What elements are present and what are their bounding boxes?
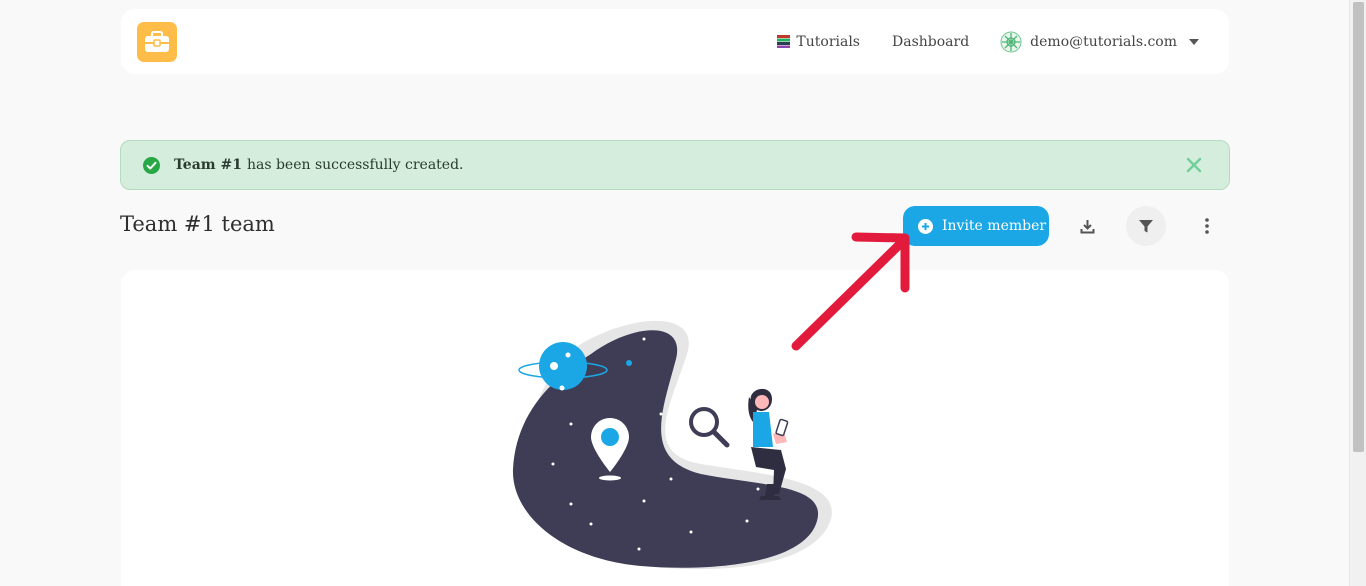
invite-member-button[interactable]: Invite member: [903, 206, 1049, 246]
user-email: demo@tutorials.com: [1030, 33, 1177, 50]
caret-down-icon: [1189, 38, 1199, 45]
books-icon: [777, 35, 791, 48]
nav-tutorials[interactable]: Tutorials: [776, 34, 860, 50]
empty-state-illustration: [512, 320, 832, 570]
download-icon: [1080, 219, 1094, 233]
plus-circle-icon: [918, 218, 933, 234]
success-alert: Team #1 has been successfully created.: [120, 140, 1230, 190]
download-button[interactable]: [1067, 206, 1107, 246]
filter-button[interactable]: [1126, 206, 1166, 246]
toolbox-icon: [145, 31, 169, 52]
alert-team-name: Team #1: [174, 157, 242, 173]
scrollbar-thumb[interactable]: [1353, 2, 1364, 452]
nav-dashboard[interactable]: Dashboard: [892, 34, 969, 50]
filter-icon: [1139, 219, 1153, 232]
app-page: Tutorials Dashboard demo@tutorials.com T…: [0, 0, 1366, 586]
nav-dashboard-label: Dashboard: [892, 33, 970, 50]
avatar-icon: [1000, 31, 1022, 52]
nav-tutorials-label: Tutorials: [796, 33, 860, 50]
main-nav: Tutorials Dashboard demo@tutorials.com: [776, 9, 1199, 74]
close-icon[interactable]: [1185, 156, 1203, 174]
team-members-card: [121, 270, 1229, 586]
more-options-button[interactable]: [1187, 206, 1227, 246]
user-menu[interactable]: demo@tutorials.com: [1000, 31, 1199, 53]
top-header: Tutorials Dashboard demo@tutorials.com: [121, 9, 1229, 74]
app-logo[interactable]: [137, 22, 177, 62]
more-vertical-icon: [1205, 218, 1209, 234]
page-title: Team #1 team: [120, 212, 275, 236]
check-circle-icon: [143, 156, 160, 174]
vertical-scrollbar[interactable]: [1349, 0, 1366, 586]
alert-message: has been successfully created.: [246, 157, 464, 173]
invite-member-label: Invite member: [942, 218, 1047, 234]
